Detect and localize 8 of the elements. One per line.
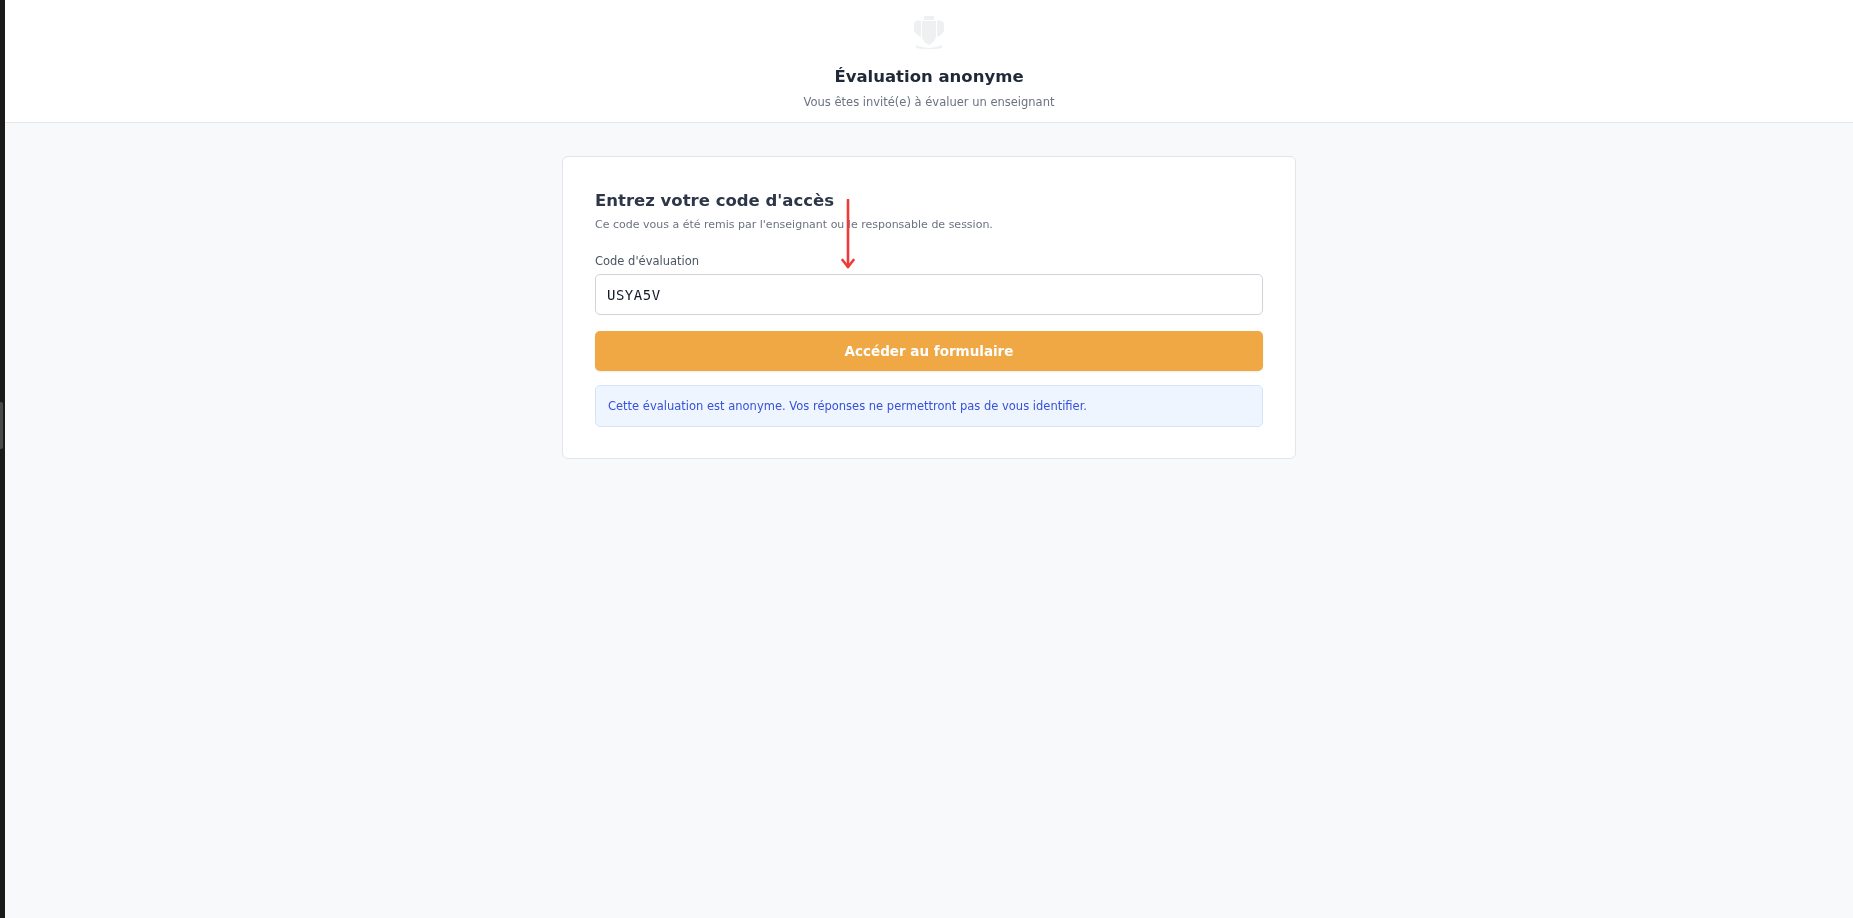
anonymity-notice: Cette évaluation est anonyme. Vos réponses ne permettront pas de vous identifier. — [595, 385, 1263, 427]
page-subtitle: Vous êtes invité(e) à évaluer un enseignant — [803, 94, 1055, 110]
card-title: Entrez votre code d'accès — [595, 190, 835, 212]
page-title: Évaluation anonyme — [834, 66, 1024, 88]
field-label: Code d'évaluation — [595, 253, 700, 269]
code-input[interactable]: USYA5V — [595, 274, 1263, 315]
card-description: Ce code vous a été remis par l'enseignant ou le responsable de session. — [595, 217, 993, 233]
window-edge-handle — [0, 402, 3, 449]
